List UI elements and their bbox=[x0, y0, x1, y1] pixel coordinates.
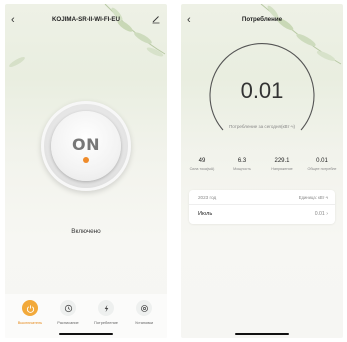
device-screen: ‹ KOJIMA-SR-II-WI-FI-EU ON Включено Выкл… bbox=[5, 4, 167, 338]
tab-switch[interactable]: Выключатель bbox=[10, 300, 50, 330]
tab-settings[interactable]: Установки bbox=[124, 300, 164, 330]
chevron-right-icon: › bbox=[326, 211, 328, 217]
power-indicator-dot bbox=[83, 157, 89, 163]
stat-value: 229.1 bbox=[274, 158, 290, 164]
gear-icon bbox=[136, 300, 152, 316]
today-consumption-caption: Потребление за сегодня(кВт·ч) bbox=[228, 124, 296, 129]
month-label: Июль bbox=[198, 211, 213, 217]
year-label: 2023 год bbox=[198, 195, 217, 200]
stat-label: Напряжение bbox=[271, 167, 293, 171]
lightning-icon bbox=[98, 300, 114, 316]
unit-label: Единица: кВт·ч bbox=[298, 195, 328, 200]
stat-power: 6.3 Мощность bbox=[222, 158, 262, 171]
stat-label: Мощность bbox=[233, 167, 251, 171]
stat-value: 6.3 bbox=[237, 158, 247, 164]
stat-value: 49 bbox=[198, 158, 206, 164]
bottom-tab-bar: Выключатель Расписание Потребление Устан… bbox=[5, 294, 167, 338]
stat-label: Общее потребле bbox=[307, 167, 337, 171]
today-consumption-value: 0.01 bbox=[240, 78, 284, 103]
header: ‹ KOJIMA-SR-II-WI-FI-EU bbox=[5, 12, 167, 28]
status-text: Включено bbox=[71, 228, 101, 235]
leaf-decoration bbox=[9, 57, 25, 67]
consumption-screen: ‹ Потребление 0.01 Потребление за сегодн… bbox=[181, 4, 343, 338]
page-title: Потребление bbox=[241, 16, 283, 23]
stat-value: 0.01 bbox=[316, 158, 328, 164]
tab-schedule[interactable]: Расписание bbox=[48, 300, 88, 330]
tab-label: Установки bbox=[134, 320, 154, 325]
home-indicator bbox=[59, 333, 113, 335]
tab-label: Потребление bbox=[94, 320, 118, 325]
edit-icon[interactable] bbox=[151, 14, 161, 24]
power-icon bbox=[22, 300, 38, 316]
card-header: 2023 год Единица: кВт·ч bbox=[189, 190, 335, 205]
power-state-label: ON bbox=[72, 135, 100, 154]
stats-row: 49 Сила тока(мА) 6.3 Мощность 229.1 Напр… bbox=[181, 158, 343, 178]
power-toggle-button[interactable]: ON bbox=[41, 101, 131, 191]
tab-label: Выключатель bbox=[17, 320, 43, 325]
home-indicator bbox=[235, 333, 289, 335]
stat-voltage: 229.1 Напряжение bbox=[262, 158, 302, 171]
tab-label: Расписание bbox=[57, 320, 79, 325]
monthly-history-card: 2023 год Единица: кВт·ч Июль 0.01 › bbox=[189, 190, 335, 224]
device-title: KOJIMA-SR-II-WI-FI-EU bbox=[51, 16, 121, 23]
header: ‹ Потребление bbox=[181, 12, 343, 28]
stat-current: 49 Сила тока(мА) bbox=[182, 158, 222, 171]
clock-icon bbox=[60, 300, 76, 316]
stat-label: Сила тока(мА) bbox=[189, 167, 215, 171]
stat-total: 0.01 Общее потребле bbox=[302, 158, 342, 171]
power-button-face[interactable]: ON bbox=[51, 111, 121, 181]
month-value: 0.01 › bbox=[314, 211, 328, 217]
tab-consumption[interactable]: Потребление bbox=[86, 300, 126, 330]
